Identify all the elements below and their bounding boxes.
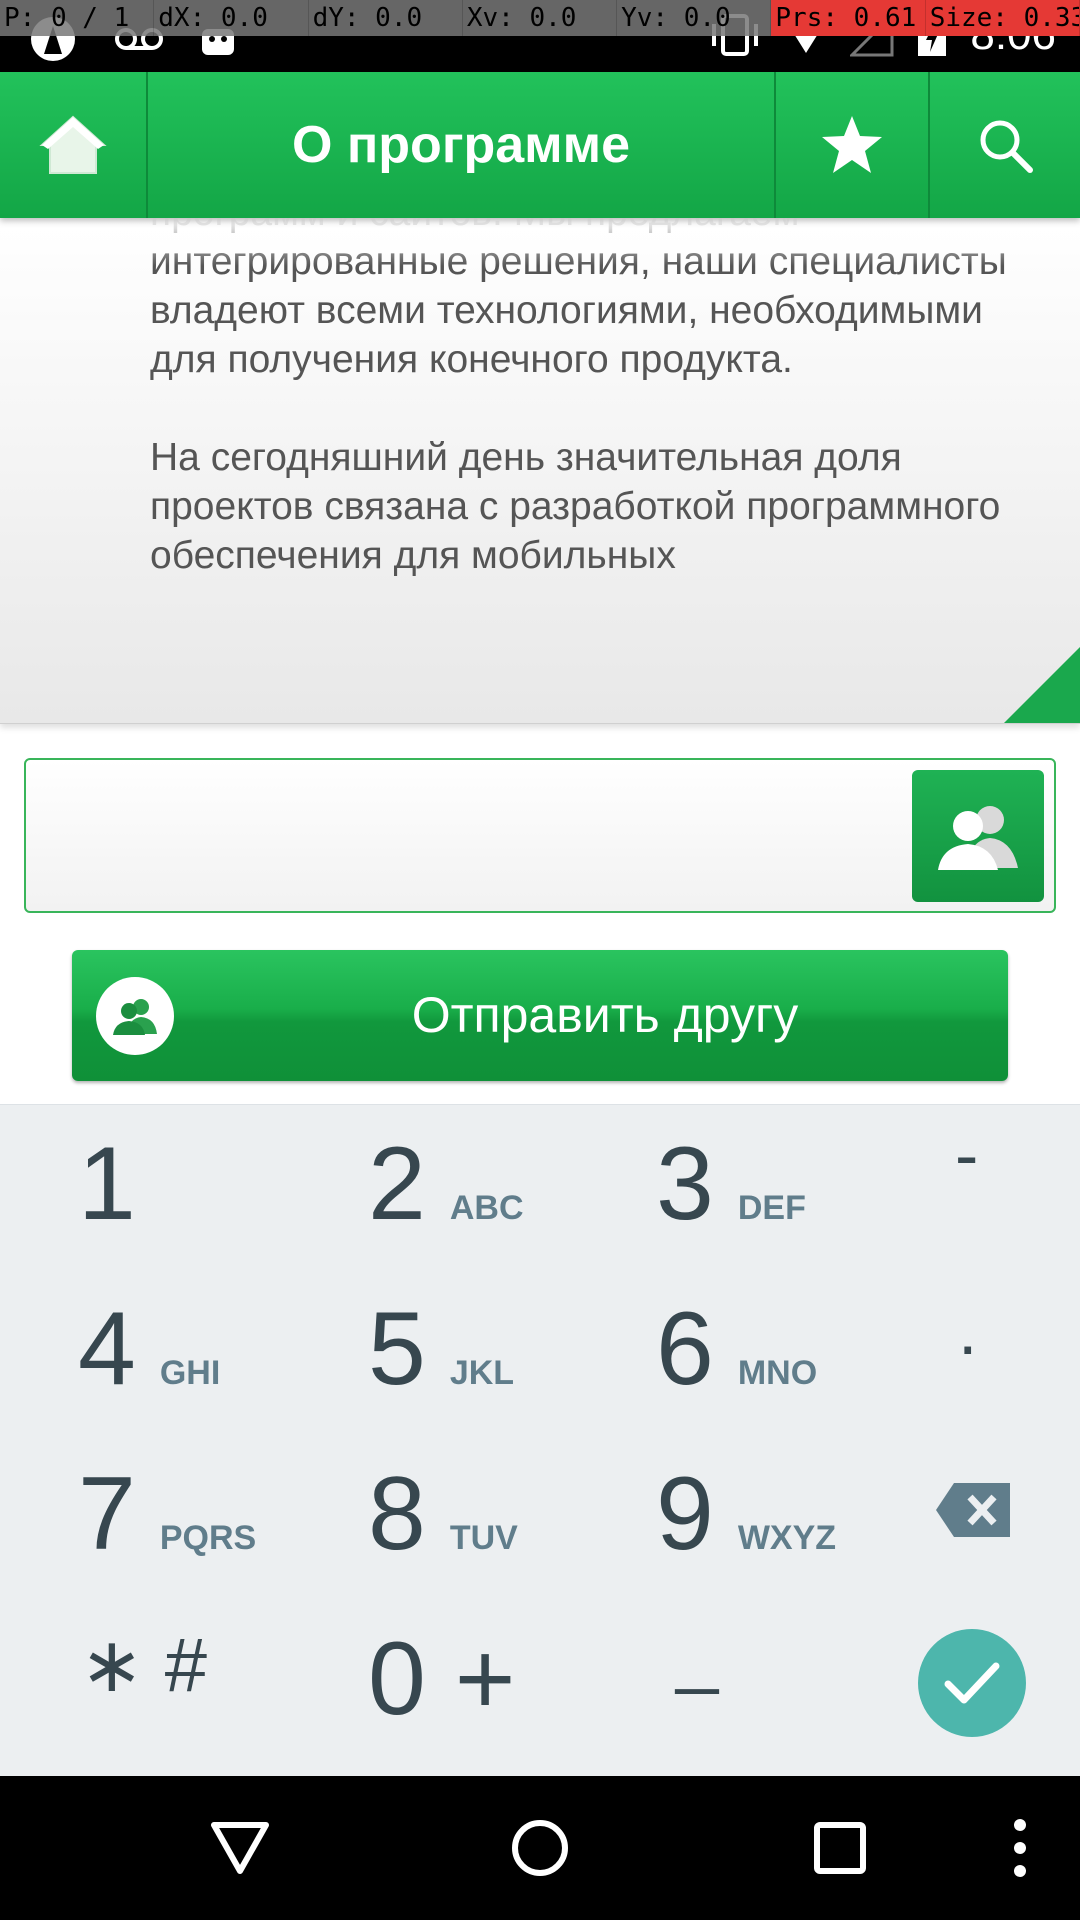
key-digit: 0 + <box>368 1621 516 1737</box>
key-digit: 5 <box>368 1291 426 1407</box>
more-vert-icon <box>1014 1819 1026 1877</box>
home-icon <box>39 115 107 174</box>
debug-xv: Xv: 0.0 <box>463 0 618 36</box>
overflow-menu-button[interactable] <box>1000 1776 1040 1920</box>
top-fade <box>0 218 1080 266</box>
key-digit: 4 <box>78 1291 136 1407</box>
key-digit: - <box>955 1116 979 1194</box>
contacts-icon <box>938 806 1018 870</box>
key-dot[interactable]: . <box>958 1290 977 1450</box>
key-letters: TUV <box>449 1519 518 1557</box>
key-digit: . <box>958 1291 978 1369</box>
key-5[interactable]: 5 JKL <box>368 1290 514 1450</box>
send-to-friend-button[interactable]: Отправить другу <box>72 950 1008 1081</box>
send-to-friend-label: Отправить другу <box>411 987 799 1043</box>
search-icon <box>980 120 1033 173</box>
key-letters: MNO <box>737 1354 818 1392</box>
key-digit: ∗ # <box>80 1623 208 1708</box>
key-dash[interactable]: - <box>955 1115 978 1275</box>
key-letters: PQRS <box>159 1519 257 1557</box>
people-icon <box>113 999 157 1035</box>
home-nav-button[interactable] <box>490 1776 590 1920</box>
debug-pressure: Prs: 0.61 <box>771 0 926 36</box>
home-circle-icon <box>512 1820 568 1876</box>
pointer-debug-overlay: P: 0 / 1 dX: 0.0 dY: 0.0 Xv: 0.0 Yv: 0.0… <box>0 0 1080 36</box>
key-digit: 9 <box>656 1456 714 1572</box>
navigation-bar <box>0 1776 1080 1920</box>
key-digit: 2 <box>368 1126 426 1242</box>
key-digit: 7 <box>78 1456 136 1572</box>
app-header: О программе <box>0 72 1080 218</box>
key-digit: 8 <box>368 1456 426 1572</box>
checkmark-icon <box>944 1662 1000 1704</box>
key-2[interactable]: 2 ABC <box>368 1125 524 1285</box>
pick-contact-button[interactable] <box>912 770 1044 902</box>
key-8[interactable]: 8 TUV <box>368 1455 518 1615</box>
debug-pointer-count: P: 0 / 1 <box>0 0 155 36</box>
key-3[interactable]: 3 DEF <box>656 1125 806 1285</box>
debug-dx: dX: 0.0 <box>154 0 309 36</box>
backspace-key[interactable] <box>936 1483 1010 1543</box>
key-4[interactable]: 4 GHI <box>78 1290 220 1450</box>
home-button[interactable] <box>0 72 148 218</box>
about-text-panel[interactable]: программ и сайтов. Мы предлагаем интегри… <box>0 218 1080 724</box>
recents-square-icon <box>814 1822 866 1874</box>
key-letters: JKL <box>449 1354 515 1392</box>
key-star-hash[interactable]: ∗ # <box>80 1620 207 1780</box>
recents-button[interactable] <box>790 1776 890 1920</box>
recipient-input[interactable] <box>36 770 916 900</box>
recipient-field-container <box>24 758 1056 913</box>
debug-dy: dY: 0.0 <box>309 0 463 36</box>
favorite-button[interactable] <box>774 72 930 218</box>
about-paragraph: На сегодняшний день значительная доля пр… <box>150 436 1001 577</box>
key-6[interactable]: 6 MNO <box>656 1290 817 1450</box>
key-letters: WXYZ <box>737 1519 837 1557</box>
back-button[interactable] <box>190 1776 290 1920</box>
about-text: программ и сайтов. Мы предлагаем интегри… <box>150 218 1030 629</box>
done-button[interactable] <box>918 1629 1026 1737</box>
debug-size: Size: 0.33 <box>925 0 1080 36</box>
key-1[interactable]: 1 <box>78 1125 136 1285</box>
key-digit: 1 <box>78 1126 136 1242</box>
numeric-keypad: 1 2 ABC 3 DEF - 4 GHI 5 JKL 6 MNO . 7 PQRS 8 TU… <box>0 1104 1080 1776</box>
backspace-icon <box>936 1483 1010 1537</box>
page-title: О программе <box>291 116 631 174</box>
page-corner-fold <box>1004 647 1080 723</box>
key-9[interactable]: 9 WXYZ <box>656 1455 836 1615</box>
key-digit: 3 <box>656 1126 714 1242</box>
search-button[interactable] <box>930 72 1080 218</box>
key-digit: 6 <box>656 1291 714 1407</box>
star-icon <box>822 116 882 173</box>
key-7[interactable]: 7 PQRS <box>78 1455 256 1615</box>
key-letters: ABC <box>449 1189 524 1227</box>
send-icon-circle <box>96 977 174 1055</box>
key-0-plus[interactable]: 0 + <box>368 1620 515 1780</box>
key-letters: GHI <box>159 1354 221 1392</box>
debug-yv: Yv: 0.0 <box>617 0 772 36</box>
key-underscore[interactable]: _ <box>676 1610 718 1770</box>
key-digit: _ <box>676 1611 719 1696</box>
key-letters: DEF <box>737 1189 806 1227</box>
back-triangle-icon <box>211 1822 269 1874</box>
